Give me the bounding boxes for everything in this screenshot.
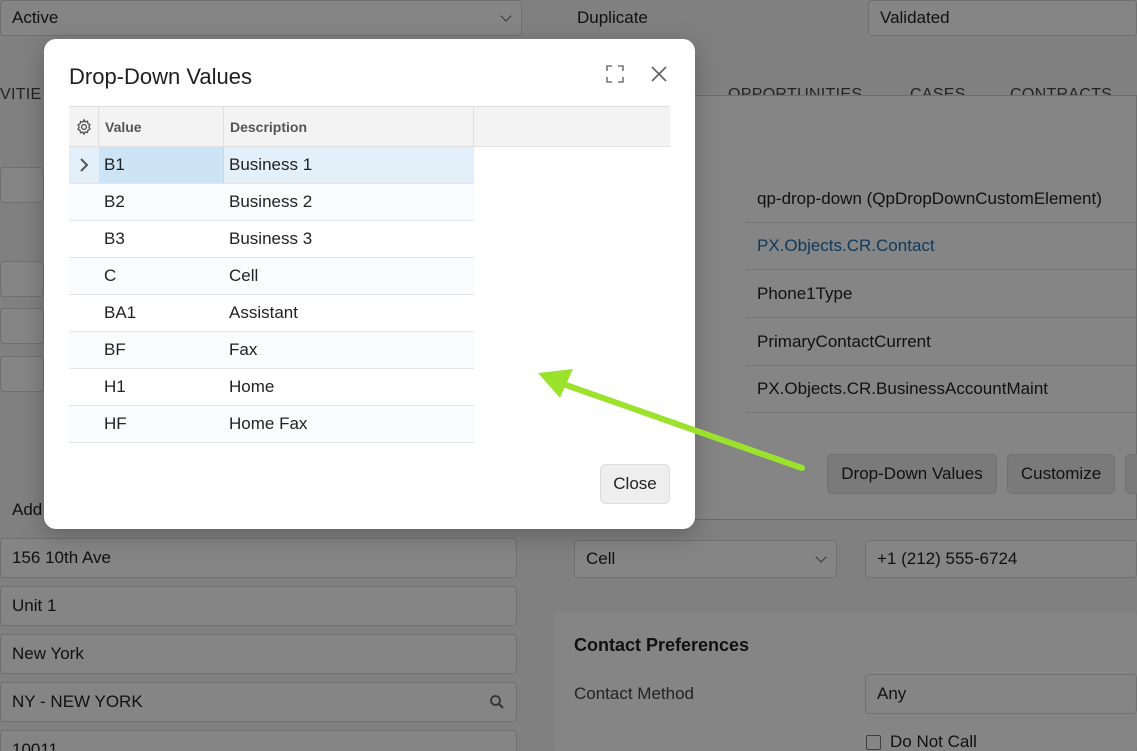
- row-indicator: [69, 184, 99, 220]
- grid-body: B1 Business 1 B2 Business 2 B3 Business 3 C Cel…: [69, 147, 670, 443]
- cell-description: Assistant: [229, 303, 298, 322]
- table-row[interactable]: BA1 Assistant: [69, 295, 474, 332]
- cell-value: C: [104, 266, 117, 285]
- cell-description: Business 1: [229, 155, 313, 174]
- cell-description: Business 2: [229, 192, 313, 211]
- column-header-description[interactable]: Description: [224, 107, 474, 146]
- cell-value: B2: [104, 192, 125, 211]
- row-indicator: [69, 295, 99, 331]
- table-row[interactable]: B1 Business 1: [69, 147, 474, 184]
- grid-header: Value Description: [69, 106, 670, 147]
- header-filler: [474, 107, 670, 146]
- drop-down-values-dialog: Drop-Down Values Value Description B1 Bus…: [44, 39, 695, 529]
- table-row[interactable]: H1 Home: [69, 369, 474, 406]
- cell-value: B1: [99, 147, 224, 183]
- chevron-right-icon: [80, 158, 89, 172]
- row-indicator: [69, 147, 99, 183]
- table-row[interactable]: C Cell: [69, 258, 474, 295]
- cell-value: BA1: [104, 303, 137, 322]
- row-indicator: [69, 258, 99, 294]
- grid-settings-button[interactable]: [69, 107, 99, 146]
- cell-description: Home: [229, 377, 275, 396]
- cell-description: Home Fax: [229, 414, 308, 433]
- gear-icon[interactable]: [75, 118, 93, 136]
- table-row[interactable]: B3 Business 3: [69, 221, 474, 258]
- cell-value: B3: [104, 229, 125, 248]
- cell-description: Business 3: [229, 229, 313, 248]
- cell-description: Cell: [229, 266, 259, 285]
- maximize-icon[interactable]: [602, 61, 628, 87]
- row-indicator: [69, 332, 99, 368]
- row-indicator: [69, 369, 99, 405]
- dialog-title: Drop-Down Values: [69, 64, 253, 89]
- values-grid: Value Description B1 Business 1 B2 Business…: [69, 106, 670, 443]
- table-row[interactable]: BF Fax: [69, 332, 474, 369]
- table-row[interactable]: B2 Business 2: [69, 184, 474, 221]
- row-indicator: [69, 221, 99, 257]
- cell-value: HF: [104, 414, 127, 433]
- table-row[interactable]: HF Home Fax: [69, 406, 474, 443]
- cell-value: H1: [104, 377, 126, 396]
- cell-description: Fax: [229, 340, 258, 359]
- row-indicator: [69, 406, 99, 442]
- column-header-value[interactable]: Value: [99, 107, 224, 146]
- cell-value: BF: [104, 340, 126, 359]
- close-icon[interactable]: [646, 61, 672, 87]
- close-button[interactable]: Close: [600, 464, 670, 504]
